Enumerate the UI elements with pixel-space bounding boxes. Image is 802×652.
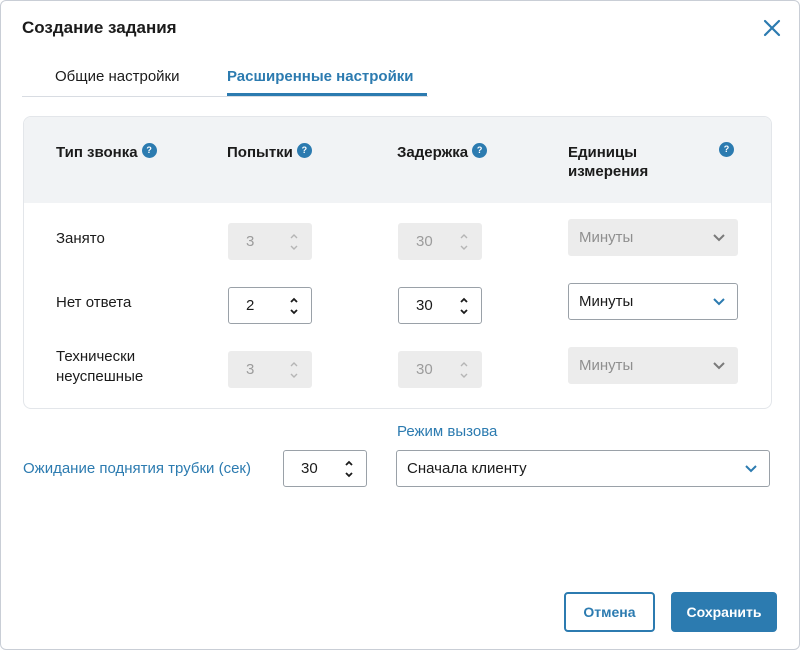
stepper-arrows-icon: [460, 362, 468, 378]
row-label-no-answer: Нет ответа: [56, 294, 132, 311]
call-mode-select[interactable]: Сначала клиенту: [396, 450, 770, 487]
row-label-busy: Занято: [56, 230, 105, 247]
unit-value: Минуты: [579, 229, 634, 246]
delay-value: 30: [416, 233, 433, 250]
save-button[interactable]: Сохранить: [671, 592, 777, 632]
table-header: Тип звонка? Попытки? Задержка? Единицы и…: [24, 117, 771, 203]
pickup-wait-label: Ожидание поднятия трубки (сек): [23, 460, 251, 477]
stepper-arrows-icon[interactable]: [289, 295, 299, 317]
row-label-technical-failure: Технически неуспешные: [56, 348, 144, 385]
attempts-value: 2: [246, 297, 255, 314]
stepper-arrows-icon[interactable]: [344, 458, 354, 480]
chevron-down-icon: [713, 234, 725, 242]
help-icon[interactable]: ?: [719, 142, 734, 157]
help-icon[interactable]: ?: [472, 143, 488, 158]
unit-select-technical-failure: Минуты: [568, 347, 738, 384]
cancel-button[interactable]: Отмена: [564, 592, 655, 632]
help-icon[interactable]: ?: [296, 143, 312, 158]
stepper-arrows-icon: [460, 234, 468, 250]
stepper-arrows-icon[interactable]: [459, 295, 469, 317]
attempts-value: 3: [246, 361, 255, 378]
header-call-type: Тип звонка?: [56, 143, 157, 162]
pickup-wait-value: 30: [301, 460, 318, 477]
attempts-stepper-busy: 3: [228, 223, 312, 260]
unit-select-busy: Минуты: [568, 219, 738, 256]
retry-settings-table: Тип звонка? Попытки? Задержка? Единицы и…: [23, 116, 772, 409]
call-mode-value: Сначала клиенту: [407, 460, 527, 477]
chevron-down-icon: [713, 362, 725, 370]
header-units: Единицы измерения: [568, 144, 649, 180]
stepper-arrows-icon: [290, 362, 298, 378]
dialog-title: Создание задания: [22, 18, 177, 37]
header-attempts: Попытки?: [227, 143, 312, 162]
create-task-dialog: Создание задания Общие настройки Расшире…: [0, 0, 800, 650]
unit-select-no-answer[interactable]: Минуты: [568, 283, 738, 320]
chevron-down-icon: [745, 465, 757, 473]
pickup-wait-stepper[interactable]: 30: [283, 450, 367, 487]
tab-bar: Общие настройки Расширенные настройки: [22, 61, 428, 97]
stepper-arrows-icon: [290, 234, 298, 250]
delay-value: 30: [416, 361, 433, 378]
attempts-stepper-no-answer[interactable]: 2: [228, 287, 312, 324]
tab-general-settings[interactable]: Общие настройки: [55, 68, 180, 95]
unit-value: Минуты: [579, 293, 634, 310]
help-icon[interactable]: ?: [141, 143, 157, 158]
header-delay: Задержка?: [397, 143, 488, 162]
attempts-value: 3: [246, 233, 255, 250]
attempts-stepper-technical-failure: 3: [228, 351, 312, 388]
delay-stepper-busy: 30: [398, 223, 482, 260]
delay-stepper-no-answer[interactable]: 30: [398, 287, 482, 324]
chevron-down-icon: [713, 298, 725, 306]
call-mode-label: Режим вызова: [397, 423, 498, 440]
delay-value: 30: [416, 297, 433, 314]
delay-stepper-technical-failure: 30: [398, 351, 482, 388]
unit-value: Минуты: [579, 357, 634, 374]
tab-advanced-settings[interactable]: Расширенные настройки: [227, 68, 427, 96]
close-icon[interactable]: [761, 17, 783, 39]
